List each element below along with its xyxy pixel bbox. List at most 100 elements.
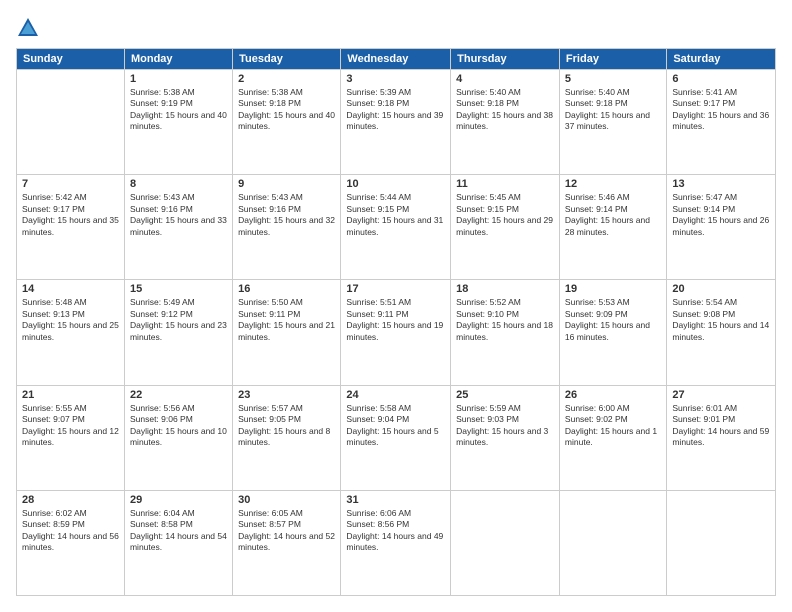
calendar-cell: 25 Sunrise: 5:59 AMSunset: 9:03 PMDaylig… <box>451 385 560 490</box>
calendar-cell: 18 Sunrise: 5:52 AMSunset: 9:10 PMDaylig… <box>451 280 560 385</box>
day-detail: Sunrise: 5:42 AMSunset: 9:17 PMDaylight:… <box>22 192 119 238</box>
day-number: 18 <box>456 283 554 295</box>
day-number: 11 <box>456 178 554 190</box>
day-number: 29 <box>130 494 227 506</box>
calendar-cell: 8 Sunrise: 5:43 AMSunset: 9:16 PMDayligh… <box>124 175 232 280</box>
calendar-cell: 16 Sunrise: 5:50 AMSunset: 9:11 PMDaylig… <box>233 280 341 385</box>
day-detail: Sunrise: 5:51 AMSunset: 9:11 PMDaylight:… <box>346 297 445 343</box>
calendar-cell: 28 Sunrise: 6:02 AMSunset: 8:59 PMDaylig… <box>17 490 125 595</box>
day-detail: Sunrise: 5:41 AMSunset: 9:17 PMDaylight:… <box>672 87 770 133</box>
day-number: 9 <box>238 178 335 190</box>
calendar-cell: 9 Sunrise: 5:43 AMSunset: 9:16 PMDayligh… <box>233 175 341 280</box>
calendar-cell <box>559 490 666 595</box>
day-number: 16 <box>238 283 335 295</box>
day-number: 2 <box>238 73 335 85</box>
day-number: 4 <box>456 73 554 85</box>
calendar-cell: 7 Sunrise: 5:42 AMSunset: 9:17 PMDayligh… <box>17 175 125 280</box>
day-number: 3 <box>346 73 445 85</box>
calendar-week-row-1: 1 Sunrise: 5:38 AMSunset: 9:19 PMDayligh… <box>17 70 776 175</box>
day-detail: Sunrise: 6:06 AMSunset: 8:56 PMDaylight:… <box>346 508 445 554</box>
day-number: 12 <box>565 178 661 190</box>
day-detail: Sunrise: 5:40 AMSunset: 9:18 PMDaylight:… <box>565 87 661 133</box>
calendar-cell: 4 Sunrise: 5:40 AMSunset: 9:18 PMDayligh… <box>451 70 560 175</box>
day-number: 28 <box>22 494 119 506</box>
calendar-cell: 21 Sunrise: 5:55 AMSunset: 9:07 PMDaylig… <box>17 385 125 490</box>
day-detail: Sunrise: 5:40 AMSunset: 9:18 PMDaylight:… <box>456 87 554 133</box>
calendar-cell: 12 Sunrise: 5:46 AMSunset: 9:14 PMDaylig… <box>559 175 666 280</box>
weekday-header-friday: Friday <box>559 49 666 70</box>
calendar-week-row-4: 21 Sunrise: 5:55 AMSunset: 9:07 PMDaylig… <box>17 385 776 490</box>
day-number: 27 <box>672 389 770 401</box>
day-detail: Sunrise: 5:54 AMSunset: 9:08 PMDaylight:… <box>672 297 770 343</box>
calendar-table: SundayMondayTuesdayWednesdayThursdayFrid… <box>16 48 776 596</box>
calendar-cell: 22 Sunrise: 5:56 AMSunset: 9:06 PMDaylig… <box>124 385 232 490</box>
day-detail: Sunrise: 5:45 AMSunset: 9:15 PMDaylight:… <box>456 192 554 238</box>
day-detail: Sunrise: 5:39 AMSunset: 9:18 PMDaylight:… <box>346 87 445 133</box>
calendar-cell: 23 Sunrise: 5:57 AMSunset: 9:05 PMDaylig… <box>233 385 341 490</box>
weekday-header-saturday: Saturday <box>667 49 776 70</box>
calendar-cell: 2 Sunrise: 5:38 AMSunset: 9:18 PMDayligh… <box>233 70 341 175</box>
calendar-cell: 30 Sunrise: 6:05 AMSunset: 8:57 PMDaylig… <box>233 490 341 595</box>
day-number: 15 <box>130 283 227 295</box>
day-detail: Sunrise: 5:57 AMSunset: 9:05 PMDaylight:… <box>238 403 335 449</box>
calendar-cell: 3 Sunrise: 5:39 AMSunset: 9:18 PMDayligh… <box>341 70 451 175</box>
day-number: 8 <box>130 178 227 190</box>
weekday-header-wednesday: Wednesday <box>341 49 451 70</box>
day-detail: Sunrise: 5:49 AMSunset: 9:12 PMDaylight:… <box>130 297 227 343</box>
day-number: 21 <box>22 389 119 401</box>
day-number: 31 <box>346 494 445 506</box>
day-number: 14 <box>22 283 119 295</box>
day-detail: Sunrise: 5:55 AMSunset: 9:07 PMDaylight:… <box>22 403 119 449</box>
day-number: 30 <box>238 494 335 506</box>
day-detail: Sunrise: 5:58 AMSunset: 9:04 PMDaylight:… <box>346 403 445 449</box>
weekday-header-thursday: Thursday <box>451 49 560 70</box>
day-detail: Sunrise: 5:44 AMSunset: 9:15 PMDaylight:… <box>346 192 445 238</box>
day-detail: Sunrise: 5:59 AMSunset: 9:03 PMDaylight:… <box>456 403 554 449</box>
calendar-cell: 24 Sunrise: 5:58 AMSunset: 9:04 PMDaylig… <box>341 385 451 490</box>
day-detail: Sunrise: 5:43 AMSunset: 9:16 PMDaylight:… <box>238 192 335 238</box>
calendar-cell: 26 Sunrise: 6:00 AMSunset: 9:02 PMDaylig… <box>559 385 666 490</box>
day-detail: Sunrise: 5:43 AMSunset: 9:16 PMDaylight:… <box>130 192 227 238</box>
calendar-cell: 15 Sunrise: 5:49 AMSunset: 9:12 PMDaylig… <box>124 280 232 385</box>
header <box>16 16 776 40</box>
calendar-cell <box>17 70 125 175</box>
day-detail: Sunrise: 6:04 AMSunset: 8:58 PMDaylight:… <box>130 508 227 554</box>
calendar-cell <box>667 490 776 595</box>
day-detail: Sunrise: 5:46 AMSunset: 9:14 PMDaylight:… <box>565 192 661 238</box>
day-detail: Sunrise: 6:05 AMSunset: 8:57 PMDaylight:… <box>238 508 335 554</box>
calendar-week-row-3: 14 Sunrise: 5:48 AMSunset: 9:13 PMDaylig… <box>17 280 776 385</box>
calendar-cell: 19 Sunrise: 5:53 AMSunset: 9:09 PMDaylig… <box>559 280 666 385</box>
calendar-cell: 27 Sunrise: 6:01 AMSunset: 9:01 PMDaylig… <box>667 385 776 490</box>
day-detail: Sunrise: 5:52 AMSunset: 9:10 PMDaylight:… <box>456 297 554 343</box>
calendar-cell: 29 Sunrise: 6:04 AMSunset: 8:58 PMDaylig… <box>124 490 232 595</box>
calendar-cell: 20 Sunrise: 5:54 AMSunset: 9:08 PMDaylig… <box>667 280 776 385</box>
day-number: 26 <box>565 389 661 401</box>
calendar-cell <box>451 490 560 595</box>
logo-icon <box>16 16 40 40</box>
day-detail: Sunrise: 6:01 AMSunset: 9:01 PMDaylight:… <box>672 403 770 449</box>
weekday-header-sunday: Sunday <box>17 49 125 70</box>
weekday-header-monday: Monday <box>124 49 232 70</box>
calendar-cell: 6 Sunrise: 5:41 AMSunset: 9:17 PMDayligh… <box>667 70 776 175</box>
day-number: 25 <box>456 389 554 401</box>
day-number: 22 <box>130 389 227 401</box>
day-number: 7 <box>22 178 119 190</box>
calendar-cell: 14 Sunrise: 5:48 AMSunset: 9:13 PMDaylig… <box>17 280 125 385</box>
day-number: 23 <box>238 389 335 401</box>
day-detail: Sunrise: 6:02 AMSunset: 8:59 PMDaylight:… <box>22 508 119 554</box>
calendar-week-row-5: 28 Sunrise: 6:02 AMSunset: 8:59 PMDaylig… <box>17 490 776 595</box>
calendar-week-row-2: 7 Sunrise: 5:42 AMSunset: 9:17 PMDayligh… <box>17 175 776 280</box>
weekday-header-tuesday: Tuesday <box>233 49 341 70</box>
day-detail: Sunrise: 5:48 AMSunset: 9:13 PMDaylight:… <box>22 297 119 343</box>
calendar-cell: 10 Sunrise: 5:44 AMSunset: 9:15 PMDaylig… <box>341 175 451 280</box>
page: SundayMondayTuesdayWednesdayThursdayFrid… <box>0 0 792 612</box>
day-detail: Sunrise: 5:53 AMSunset: 9:09 PMDaylight:… <box>565 297 661 343</box>
day-number: 13 <box>672 178 770 190</box>
calendar-cell: 31 Sunrise: 6:06 AMSunset: 8:56 PMDaylig… <box>341 490 451 595</box>
day-number: 20 <box>672 283 770 295</box>
logo <box>16 16 44 40</box>
day-number: 1 <box>130 73 227 85</box>
calendar-cell: 5 Sunrise: 5:40 AMSunset: 9:18 PMDayligh… <box>559 70 666 175</box>
calendar-cell: 11 Sunrise: 5:45 AMSunset: 9:15 PMDaylig… <box>451 175 560 280</box>
day-number: 17 <box>346 283 445 295</box>
